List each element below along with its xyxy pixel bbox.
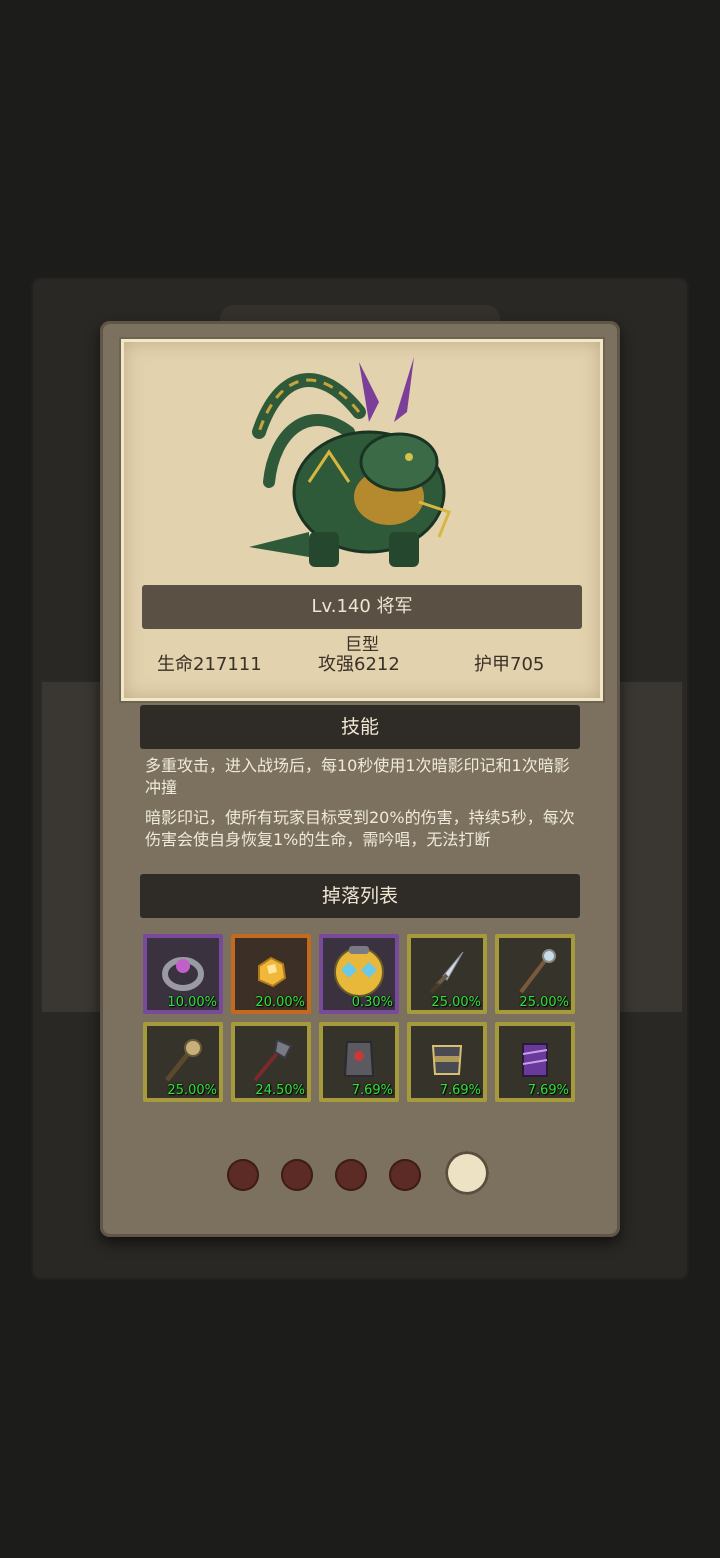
helmet-icon (334, 946, 384, 997)
gold-ore-icon (258, 956, 287, 988)
drop-chance: 25.00% (167, 1083, 217, 1098)
skill-description-2: 暗影印记，使所有玩家目标受到20%的伤害，持续5秒，每次伤害会使自身恢复1%的生… (145, 808, 575, 849)
drop-slot-armor[interactable]: 7.69% (319, 1022, 399, 1102)
background-side-right (610, 680, 684, 1014)
drop-chance: 7.69% (351, 1083, 393, 1098)
drop-slot-ring[interactable]: 10.00% (143, 934, 223, 1014)
drop-chance: 7.69% (527, 1083, 569, 1098)
armor-icon (343, 1041, 375, 1077)
drop-slot-gold-ore[interactable]: 20.00% (231, 934, 311, 1014)
drop-chance: 25.00% (431, 995, 481, 1010)
page-dot-3[interactable] (335, 1159, 367, 1191)
drops-header: 掉落列表 (140, 874, 580, 918)
monster-armor: 护甲705 (474, 654, 545, 675)
drop-slot-helmet[interactable]: 0.30% (319, 934, 399, 1014)
drop-slot-bracer[interactable]: 7.69% (495, 1022, 575, 1102)
monster-level-title: Lv.140 将军 (142, 585, 582, 629)
drop-chance: 7.69% (439, 1083, 481, 1098)
axe-icon (253, 1038, 293, 1082)
page-dot-4[interactable] (389, 1159, 421, 1191)
drop-slot-staff[interactable]: 25.00% (495, 934, 575, 1014)
page-dot-5-active[interactable] (445, 1151, 489, 1195)
drop-chance: 0.30% (351, 995, 393, 1010)
drop-slot-belt[interactable]: 7.69% (407, 1022, 487, 1102)
monster-portrait-frame: Lv.140 将军 巨型 生命217111 攻强6212 护甲705 (121, 339, 603, 701)
staff-icon (519, 949, 556, 994)
drop-slot-dagger[interactable]: 25.00% (407, 934, 487, 1014)
skill-description-1: 多重攻击，进入战场后，每10秒使用1次暗影印记和1次暗影冲撞 (145, 756, 570, 797)
monster-attack: 攻强6212 (318, 654, 400, 675)
belt-icon (431, 1045, 463, 1075)
drop-list: 10.00% 20.00% 0.30% 25.00% 25.00% 25.00%… (143, 934, 583, 1102)
drop-chance: 10.00% (167, 995, 217, 1010)
dagger-icon (429, 951, 464, 994)
page-dot-2[interactable] (281, 1159, 313, 1191)
drop-chance: 24.50% (255, 1083, 305, 1098)
mace-icon (165, 1039, 202, 1082)
page-dot-1[interactable] (227, 1159, 259, 1191)
bracer-icon (522, 1043, 548, 1077)
monster-image (249, 357, 451, 567)
monster-info-card: Lv.140 将军 巨型 生命217111 攻强6212 护甲705 技能 多重… (100, 321, 620, 1237)
ring-icon (162, 957, 204, 991)
drop-chance: 20.00% (255, 995, 305, 1010)
page-indicator (225, 1151, 495, 1197)
skills-header: 技能 (140, 705, 580, 749)
drop-chance: 25.00% (519, 995, 569, 1010)
drop-slot-mace[interactable]: 25.00% (143, 1022, 223, 1102)
monster-hp: 生命217111 (157, 654, 262, 675)
drop-slot-axe[interactable]: 24.50% (231, 1022, 311, 1102)
